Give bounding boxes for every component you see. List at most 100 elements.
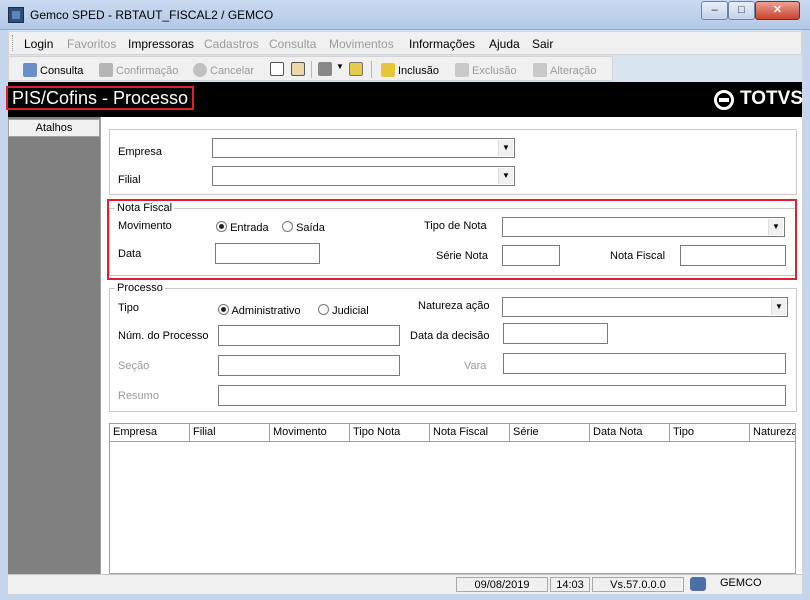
toolbar-separator bbox=[311, 61, 312, 78]
menu-sair[interactable]: Sair bbox=[532, 37, 553, 51]
shortcuts-panel bbox=[8, 117, 100, 574]
window-frame-left bbox=[0, 30, 8, 600]
column-header-nota-fiscal[interactable]: Nota Fiscal bbox=[430, 424, 510, 442]
menu-cadastros[interactable]: Cadastros bbox=[204, 37, 259, 51]
menu-bar: Login Favoritos Impressoras Cadastros Co… bbox=[8, 31, 802, 55]
entrada-label: Entrada bbox=[230, 222, 269, 234]
chevron-down-icon[interactable]: ▼ bbox=[498, 140, 513, 156]
new-document-icon[interactable] bbox=[270, 62, 284, 76]
menu-informacoes[interactable]: Informações bbox=[409, 37, 475, 51]
results-table[interactable]: Empresa Filial Movimento Tipo Nota Nota … bbox=[109, 423, 796, 574]
secao-input[interactable] bbox=[218, 355, 400, 376]
column-header-serie[interactable]: Série bbox=[510, 424, 590, 442]
highlight-box bbox=[107, 199, 797, 280]
processo-group-title: Processo bbox=[115, 282, 165, 294]
saida-label: Saída bbox=[296, 222, 325, 234]
tipo-nota-select[interactable]: ▼ bbox=[502, 217, 785, 237]
inclusao-button[interactable]: Inclusão bbox=[381, 63, 439, 77]
toolbar-separator bbox=[371, 61, 372, 78]
totvs-logo-icon bbox=[714, 90, 734, 110]
toolbar: Consulta Confirmação Cancelar ▼ Inclusão… bbox=[8, 56, 613, 81]
radio-icon bbox=[282, 221, 293, 232]
consulta-label: Consulta bbox=[40, 65, 84, 77]
page-title: PIS/Cofins - Processo bbox=[6, 86, 195, 110]
confirmacao-label: Confirmação bbox=[116, 65, 179, 77]
menu-movimentos[interactable]: Movimentos bbox=[329, 37, 394, 51]
chevron-down-icon[interactable]: ▼ bbox=[498, 168, 513, 184]
num-processo-input[interactable] bbox=[218, 325, 400, 346]
nota-fiscal-input[interactable] bbox=[680, 245, 786, 266]
natureza-acao-label: Natureza ação bbox=[418, 300, 490, 312]
menu-ajuda[interactable]: Ajuda bbox=[489, 37, 520, 51]
menu-impressoras[interactable]: Impressoras bbox=[128, 37, 194, 51]
administrativo-radio[interactable]: Administrativo bbox=[218, 304, 301, 317]
chevron-down-icon[interactable]: ▼ bbox=[771, 299, 786, 315]
cancelar-label: Cancelar bbox=[210, 65, 255, 77]
status-user: GEMCO bbox=[720, 577, 762, 589]
exclusao-label: Exclusão bbox=[472, 65, 517, 77]
title-bar[interactable]: Gemco SPED - RBTAUT_FISCAL2 / GEMCO – □ … bbox=[0, 0, 810, 30]
administrativo-label: Administrativo bbox=[231, 305, 301, 317]
print-dropdown-icon[interactable]: ▼ bbox=[336, 62, 344, 71]
data-input[interactable] bbox=[215, 243, 320, 264]
alteracao-button[interactable]: Alteração bbox=[533, 63, 596, 77]
binoculars-icon bbox=[23, 63, 37, 77]
column-header-data-nota[interactable]: Data Nota bbox=[590, 424, 670, 442]
chevron-down-icon[interactable]: ▼ bbox=[768, 219, 783, 235]
add-icon bbox=[381, 63, 395, 77]
window-frame-bottom bbox=[0, 594, 810, 600]
delete-icon bbox=[455, 63, 469, 77]
column-header-natureza[interactable]: Natureza bbox=[750, 424, 795, 442]
minimize-button[interactable]: – bbox=[701, 1, 728, 20]
window-title: Gemco SPED - RBTAUT_FISCAL2 / GEMCO bbox=[30, 8, 274, 22]
movimento-label: Movimento bbox=[118, 220, 172, 232]
empresa-select[interactable]: ▼ bbox=[212, 138, 515, 158]
tipo-label: Tipo bbox=[118, 302, 139, 314]
menu-login[interactable]: Login bbox=[24, 37, 53, 51]
column-header-filial[interactable]: Filial bbox=[190, 424, 270, 442]
status-date: 09/08/2019 bbox=[456, 577, 548, 592]
radio-icon bbox=[318, 304, 329, 315]
vara-label: Vara bbox=[464, 360, 487, 372]
column-header-movimento[interactable]: Movimento bbox=[270, 424, 350, 442]
cancel-icon bbox=[193, 63, 207, 77]
column-header-tipo-nota[interactable]: Tipo Nota bbox=[350, 424, 430, 442]
status-time: 14:03 bbox=[550, 577, 590, 592]
save-icon bbox=[99, 63, 113, 77]
menu-grip-icon bbox=[12, 35, 15, 51]
data-label: Data bbox=[118, 248, 142, 260]
open-document-icon[interactable] bbox=[291, 62, 305, 76]
radio-selected-icon bbox=[216, 221, 227, 232]
inclusao-label: Inclusão bbox=[398, 65, 439, 77]
cancelar-button[interactable]: Cancelar bbox=[193, 63, 254, 77]
natureza-acao-select[interactable]: ▼ bbox=[502, 297, 788, 317]
app-icon bbox=[8, 7, 24, 23]
window-frame-right bbox=[802, 30, 810, 600]
judicial-radio[interactable]: Judicial bbox=[318, 304, 369, 317]
edit-icon bbox=[533, 63, 547, 77]
tipo-nota-label: Tipo de Nota bbox=[424, 220, 487, 232]
vara-input[interactable] bbox=[503, 353, 786, 374]
data-decisao-input[interactable] bbox=[503, 323, 608, 344]
filial-select[interactable]: ▼ bbox=[212, 166, 515, 186]
data-decisao-label: Data da decisão bbox=[410, 330, 490, 342]
alteracao-label: Alteração bbox=[550, 65, 597, 77]
column-header-tipo[interactable]: Tipo bbox=[670, 424, 750, 442]
menu-favoritos[interactable]: Favoritos bbox=[67, 37, 116, 51]
filial-label: Filial bbox=[118, 174, 141, 186]
print-icon[interactable] bbox=[318, 62, 332, 76]
consulta-button[interactable]: Consulta bbox=[23, 63, 83, 77]
menu-consulta[interactable]: Consulta bbox=[269, 37, 316, 51]
confirmacao-button[interactable]: Confirmação bbox=[99, 63, 178, 77]
entrada-radio[interactable]: Entrada bbox=[216, 221, 269, 234]
resumo-label: Resumo bbox=[118, 390, 159, 402]
print-preview-icon[interactable] bbox=[349, 62, 363, 76]
maximize-button[interactable]: □ bbox=[728, 1, 755, 20]
saida-radio[interactable]: Saída bbox=[282, 221, 325, 234]
exclusao-button[interactable]: Exclusão bbox=[455, 63, 517, 77]
column-header-empresa[interactable]: Empresa bbox=[110, 424, 190, 442]
close-button[interactable]: ✕ bbox=[755, 1, 800, 20]
atalhos-button[interactable]: Atalhos bbox=[8, 119, 100, 137]
serie-nota-input[interactable] bbox=[502, 245, 560, 266]
resumo-input[interactable] bbox=[218, 385, 786, 406]
